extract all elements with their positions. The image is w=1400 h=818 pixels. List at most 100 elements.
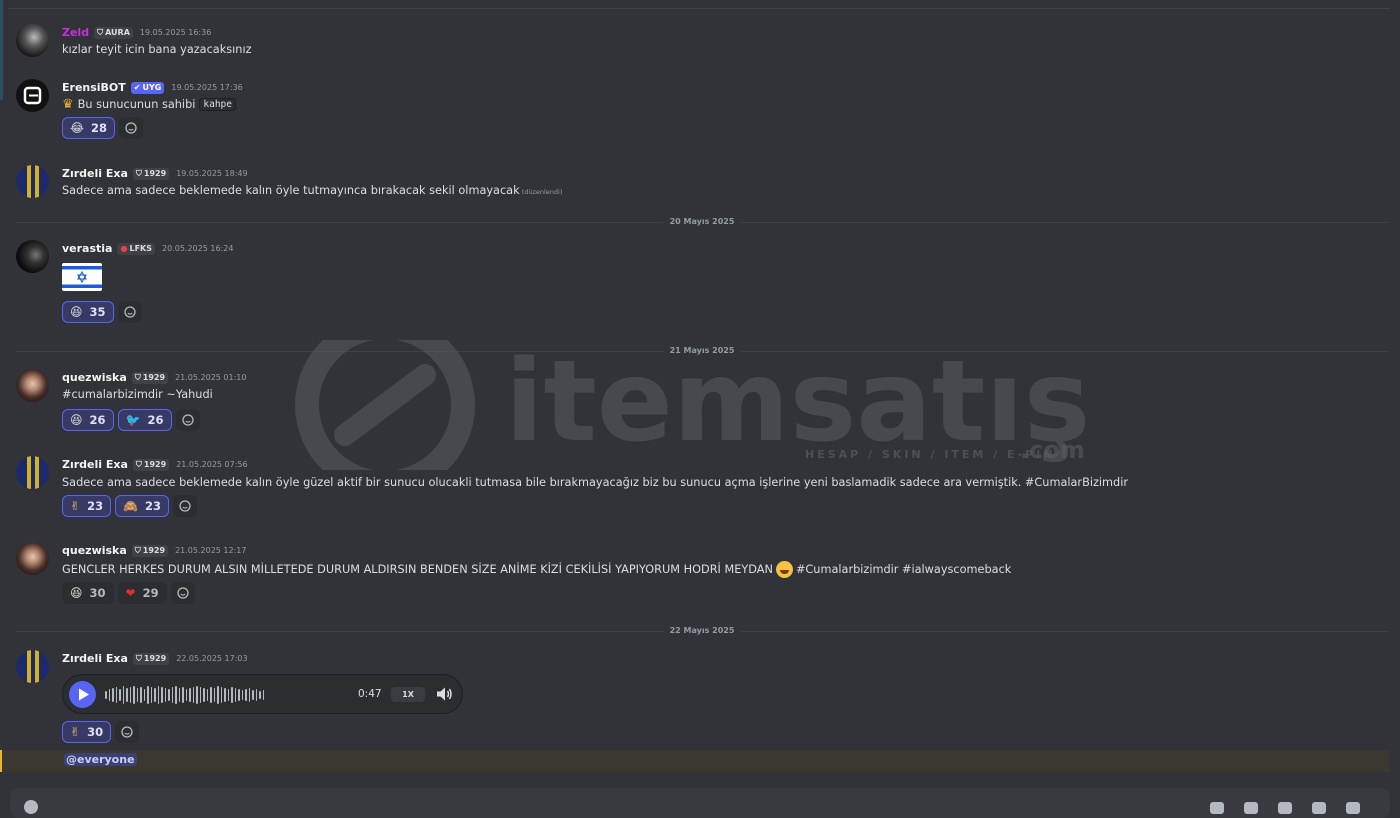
waveform-bar (150, 687, 152, 703)
apps-icon[interactable] (1346, 802, 1360, 814)
play-icon (79, 688, 89, 701)
guild-tag[interactable]: ● LFKS (117, 242, 155, 255)
voice-message-player: 0:47 1X (62, 674, 463, 714)
guild-tag[interactable]: ⛉ 1929 (132, 652, 170, 665)
reaction-button[interactable]: 🐦 26 (117, 409, 172, 431)
username[interactable]: Zırdeli Exa (62, 652, 128, 665)
victory-hand-emoji-icon: ✌ (70, 499, 81, 513)
play-button[interactable] (69, 681, 96, 708)
avatar[interactable] (16, 24, 49, 57)
date-divider: 20 Mayıs 2025 (16, 217, 1388, 226)
message-text: Sadece ama sadece beklemede kalın öyle t… (62, 184, 520, 197)
guild-tag[interactable]: ⛉ 1929 (131, 544, 169, 557)
message-composer[interactable] (10, 788, 1390, 818)
username[interactable]: quezwiska (62, 544, 127, 557)
waveform-bar (119, 689, 121, 701)
avatar[interactable] (16, 79, 49, 112)
waveform-bar (245, 689, 247, 701)
guild-tag[interactable]: ⛉ 1929 (132, 167, 170, 180)
everyone-mention[interactable]: @everyone (64, 753, 137, 766)
waveform-bar (231, 687, 233, 703)
guild-tag[interactable]: ⛉ 1929 (131, 371, 169, 384)
gif-icon[interactable] (1244, 802, 1258, 814)
waveform-bar (259, 691, 261, 699)
reaction-button[interactable]: 😆 35 (62, 301, 114, 323)
laughing-tears-emoji-icon: 😂 (70, 121, 85, 135)
add-reaction-button[interactable] (119, 117, 144, 139)
username[interactable]: verastia (62, 242, 112, 255)
emoji-icon[interactable] (1312, 802, 1326, 814)
guild-tag[interactable]: ⛉ AURA (94, 26, 133, 39)
add-reaction-button[interactable] (117, 301, 142, 323)
avatar[interactable] (16, 542, 49, 575)
username[interactable]: ErensiBOT (62, 81, 126, 94)
reaction-button[interactable]: ✌ 23 (62, 495, 112, 517)
waveform-bar (238, 689, 240, 701)
waveform-bar (192, 687, 194, 703)
watermark-suffix: .com (1020, 436, 1085, 464)
voice-duration: 0:47 (358, 688, 382, 700)
shield-icon: ⛉ (97, 27, 104, 37)
waveform-bar (252, 690, 254, 700)
add-reaction-button[interactable] (173, 495, 198, 517)
waveform-bar (143, 689, 145, 701)
reaction-button[interactable]: 😂 28 (62, 117, 116, 139)
reaction-button[interactable]: 😆 30 (62, 582, 114, 604)
reaction-button[interactable]: ❤ 29 (117, 582, 167, 604)
bot-tag: ✔ UYG (130, 81, 165, 94)
waveform-bar (129, 687, 131, 703)
waveform-bar (122, 686, 124, 704)
reaction-button[interactable]: 🙈 23 (115, 495, 170, 517)
volume-button[interactable] (435, 686, 453, 706)
waveform-bar (248, 688, 250, 702)
waveform-bar (136, 688, 138, 702)
flag-emoji-icon (62, 263, 102, 291)
waveform-bar (262, 690, 264, 700)
timestamp: 20.05.2025 16:24 (162, 244, 234, 253)
add-reaction-button[interactable] (115, 721, 140, 743)
timestamp: 19.05.2025 18:49 (176, 169, 248, 178)
smiley-icon (176, 587, 189, 599)
waveform-bar (185, 689, 187, 701)
username[interactable]: quezwiska (62, 371, 127, 384)
waveform-bar (206, 689, 208, 701)
waveform[interactable] (105, 685, 264, 705)
add-reaction-button[interactable] (175, 409, 200, 431)
avatar[interactable] (16, 456, 49, 489)
avatar[interactable] (16, 240, 49, 273)
gift-icon[interactable] (1210, 802, 1224, 814)
username[interactable]: Zırdeli Exa (62, 458, 128, 471)
smiley-icon (125, 122, 137, 134)
add-reaction-button[interactable] (170, 582, 195, 604)
smiley-icon (121, 726, 133, 738)
attach-plus-icon[interactable] (24, 800, 38, 814)
sticker-icon[interactable] (1278, 802, 1292, 814)
mention-highlight: @everyone (0, 750, 1390, 772)
username[interactable]: Zırdeli Exa (62, 167, 128, 180)
waveform-bar (126, 688, 128, 702)
username[interactable]: Zeld (62, 26, 89, 39)
laughing-emoji-icon: 😆 (70, 305, 83, 319)
avatar[interactable] (16, 650, 49, 683)
waveform-bar (220, 687, 222, 703)
message-text: GENCLER HERKES DURUM ALSIN MİLLETEDE DUR… (62, 563, 773, 576)
shield-icon: ⛉ (135, 459, 142, 469)
playback-speed-button[interactable]: 1X (391, 687, 425, 702)
timestamp: 22.05.2025 17:03 (176, 654, 248, 663)
waveform-bar (112, 688, 114, 702)
message-text: Bu sunucunun sahibi (77, 98, 196, 111)
laughing-emoji-icon: 😆 (70, 586, 83, 600)
avatar[interactable] (16, 369, 49, 402)
reaction-button[interactable]: 😆 26 (62, 409, 114, 431)
message-text: Sadece ama sadece beklemede kalın öyle g… (62, 476, 1128, 489)
guild-tag[interactable]: ⛉ 1929 (132, 458, 170, 471)
waveform-bar (178, 688, 180, 702)
waveform-bar (171, 687, 173, 703)
edited-label: (düzenlendi) (521, 188, 563, 196)
avatar[interactable] (16, 165, 49, 198)
waveform-bar (255, 689, 257, 701)
reaction-button[interactable]: ✌ 30 (62, 721, 112, 743)
timestamp: 21.05.2025 12:17 (175, 546, 247, 555)
waveform-bar (241, 690, 243, 700)
bot-logo-icon (23, 86, 42, 105)
